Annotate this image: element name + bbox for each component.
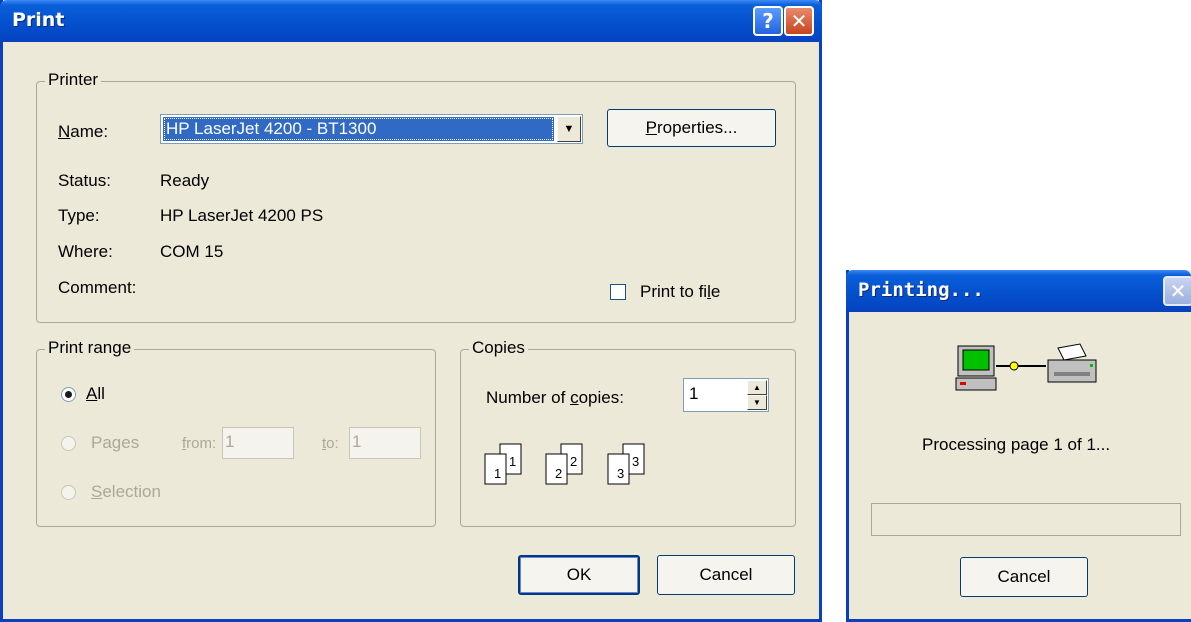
print-to-file-label[interactable]: Print to file: [640, 282, 720, 302]
collate-page-1a: 1: [494, 466, 501, 481]
copies-group: Copies Number of copies: 1 ▲ ▼ 1 1 2 2 3…: [460, 338, 796, 527]
close-icon: ✕: [790, 9, 808, 33]
spin-down-icon[interactable]: ▼: [747, 395, 767, 410]
copies-value: 1: [689, 384, 699, 403]
printing-dialog-title: Printing...: [858, 279, 984, 301]
selection-radio: [61, 485, 76, 500]
printer-group: Printer Name: HP LaserJet 4200 - BT1300 …: [36, 70, 796, 323]
printer-group-legend: Printer: [45, 70, 102, 90]
copies-stepper[interactable]: 1 ▲ ▼: [683, 378, 769, 412]
collate-page-1b: 1: [509, 454, 516, 469]
print-range-legend: Print range: [45, 338, 135, 358]
pages-label: Pages: [91, 433, 140, 452]
all-label[interactable]: All: [86, 384, 105, 404]
processing-message: Processing page 1 of 1...: [922, 435, 1111, 454]
ok-button-label: OK: [566, 565, 592, 584]
from-label: from:: [182, 435, 217, 452]
chevron-down-icon[interactable]: ▼: [557, 116, 581, 142]
collate-page-3a: 3: [617, 466, 624, 481]
collate-pages-graphic: 1 1 2 2 3 3: [484, 443, 645, 485]
name-label: Name:: [58, 122, 109, 141]
to-page-input: 1: [349, 427, 421, 459]
collate-icon: 1 1 2 2 3 3: [481, 442, 681, 506]
printing-cancel-button[interactable]: Cancel: [960, 557, 1088, 597]
collate-page-2a: 2: [555, 466, 562, 481]
help-button[interactable]: ?: [753, 6, 783, 36]
copies-legend: Copies: [469, 338, 528, 358]
print-range-group: Print range All Pages from: 1 to: 1 Sele…: [36, 338, 436, 527]
print-dialog-titlebar[interactable]: Print ? ✕: [0, 0, 822, 42]
computer-printer-graphic: [955, 343, 1097, 391]
print-to-file-checkbox[interactable]: [610, 284, 626, 300]
pages-radio: [61, 436, 76, 451]
selection-label: Selection: [91, 482, 161, 501]
collate-page-3b: 3: [632, 454, 639, 469]
help-icon: ?: [762, 9, 774, 33]
all-radio[interactable]: [61, 387, 76, 402]
status-label: Status:: [58, 171, 111, 190]
comment-label: Comment:: [58, 278, 137, 297]
printer-name-select[interactable]: HP LaserJet 4200 - BT1300 ▼: [160, 114, 583, 144]
printer-name-value: HP LaserJet 4200 - BT1300: [163, 117, 554, 141]
cancel-button[interactable]: Cancel: [657, 555, 795, 595]
printing-close-button: ✕: [1163, 276, 1191, 306]
properties-button-label: Properties...: [645, 118, 738, 137]
close-button[interactable]: ✕: [784, 6, 814, 36]
type-value: HP LaserJet 4200 PS: [160, 206, 324, 225]
printing-dialog-titlebar[interactable]: Printing... ✕: [846, 270, 1191, 312]
collate-page-2b: 2: [570, 454, 577, 469]
close-icon: ✕: [1169, 279, 1187, 303]
print-dialog-title: Print: [12, 9, 65, 31]
ok-button[interactable]: OK: [518, 555, 640, 595]
properties-button[interactable]: Properties...: [607, 109, 776, 147]
printing-dialog: Printing... ✕ Processing page 1 of 1... …: [846, 270, 1191, 622]
where-label: Where:: [58, 242, 113, 261]
status-value: Ready: [160, 171, 210, 190]
copies-spin-buttons: ▲ ▼: [747, 380, 767, 410]
type-label: Type:: [58, 206, 100, 225]
to-label: to:: [322, 435, 339, 452]
number-of-copies-label: Number of copies:: [486, 388, 624, 407]
print-dialog: Print ? ✕ Printer Name: HP LaserJet 4200…: [0, 0, 822, 622]
printing-progress-bar: [871, 503, 1181, 536]
from-page-input: 1: [222, 427, 294, 459]
printer-animation-icon: [954, 342, 1104, 394]
where-value: COM 15: [160, 242, 224, 261]
cancel-button-label: Cancel: [699, 565, 753, 584]
printing-cancel-label: Cancel: [997, 567, 1051, 586]
